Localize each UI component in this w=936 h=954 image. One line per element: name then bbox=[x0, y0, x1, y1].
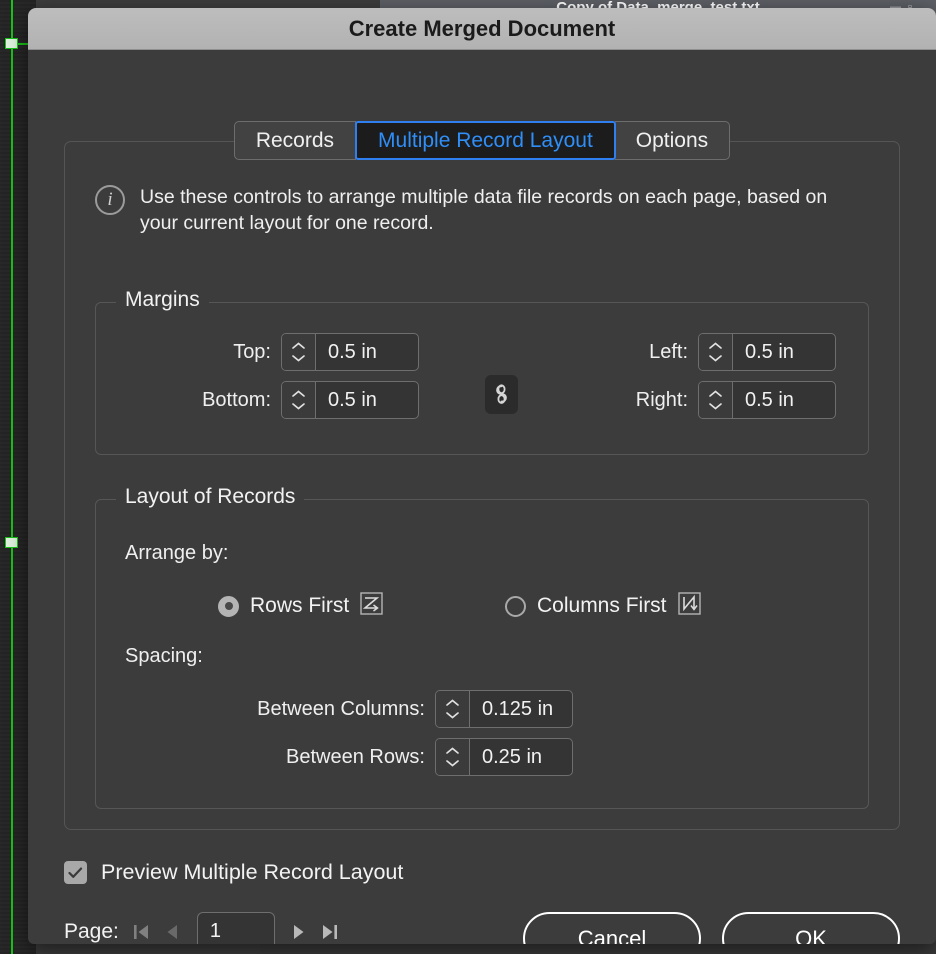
layout-of-records-group: Layout of Records Arrange by: Rows First bbox=[95, 485, 869, 809]
chevron-up-icon bbox=[292, 342, 305, 349]
create-merged-document-dialog: Create Merged Document Records Multiple … bbox=[28, 8, 936, 944]
margin-top-input[interactable]: 0.5 in bbox=[316, 334, 418, 370]
radio-columns-first[interactable]: Columns First bbox=[505, 592, 701, 620]
margin-bottom-input[interactable]: 0.5 in bbox=[316, 382, 418, 418]
tab-bar: Records Multiple Record Layout Options bbox=[28, 121, 936, 160]
cancel-button[interactable]: Cancel bbox=[523, 912, 701, 944]
margin-top-row: Top: 0.5 in bbox=[125, 333, 419, 371]
between-rows-label: Between Rows: bbox=[286, 745, 425, 768]
dialog-titlebar: Create Merged Document bbox=[28, 8, 936, 50]
margin-left-stepper[interactable]: 0.5 in bbox=[698, 333, 836, 371]
chain-link-icon[interactable] bbox=[485, 375, 518, 414]
radio-columns-first-label: Columns First bbox=[537, 594, 667, 617]
guide-handle-middle[interactable] bbox=[5, 537, 18, 548]
arrange-by-label: Arrange by: bbox=[125, 542, 229, 564]
preview-multiple-record-layout-checkbox[interactable]: Preview Multiple Record Layout bbox=[64, 860, 403, 885]
margin-top-stepper[interactable]: 0.5 in bbox=[281, 333, 419, 371]
chevron-down-icon bbox=[446, 712, 459, 719]
margin-bottom-arrows[interactable] bbox=[282, 382, 316, 418]
margin-bottom-label: Bottom: bbox=[202, 388, 271, 411]
chevron-down-icon bbox=[292, 355, 305, 362]
chevron-down-icon bbox=[709, 355, 722, 362]
between-rows-stepper[interactable]: 0.25 in bbox=[435, 738, 573, 776]
chevron-up-icon bbox=[709, 342, 722, 349]
margin-left-row: Left: 0.5 in bbox=[564, 333, 836, 371]
dialog-title: Create Merged Document bbox=[348, 15, 616, 41]
vertical-guide-line[interactable] bbox=[11, 0, 13, 954]
rows-first-icon bbox=[360, 592, 383, 620]
tab-records[interactable]: Records bbox=[233, 121, 357, 160]
guide-handle-top[interactable] bbox=[5, 38, 18, 49]
between-rows-input[interactable]: 0.25 in bbox=[470, 739, 572, 775]
next-page-icon[interactable] bbox=[288, 919, 310, 945]
chevron-up-icon bbox=[446, 699, 459, 706]
chevron-down-icon bbox=[709, 403, 722, 410]
between-columns-row: Between Columns: 0.125 in bbox=[125, 690, 573, 728]
margin-left-input[interactable]: 0.5 in bbox=[733, 334, 835, 370]
between-columns-input[interactable]: 0.125 in bbox=[470, 691, 572, 727]
columns-first-icon bbox=[677, 592, 701, 620]
margin-right-row: Right: 0.5 in bbox=[564, 381, 836, 419]
chevron-down-icon bbox=[446, 760, 459, 767]
between-rows-arrows[interactable] bbox=[436, 739, 470, 775]
ok-button[interactable]: OK bbox=[722, 912, 900, 944]
checkmark-icon bbox=[68, 867, 83, 878]
margin-top-arrows[interactable] bbox=[282, 334, 316, 370]
radio-columns-first-indicator[interactable] bbox=[505, 595, 526, 617]
page-number-input[interactable]: 1 bbox=[196, 912, 275, 944]
preview-checkbox-label: Preview Multiple Record Layout bbox=[101, 860, 404, 884]
preview-checkbox-box[interactable] bbox=[64, 861, 87, 884]
margins-legend: Margins bbox=[116, 288, 209, 312]
chain-link-glyph bbox=[496, 383, 507, 404]
last-page-icon[interactable] bbox=[319, 919, 341, 945]
tab-options[interactable]: Options bbox=[614, 121, 731, 160]
between-columns-stepper[interactable]: 0.125 in bbox=[435, 690, 573, 728]
between-columns-arrows[interactable] bbox=[436, 691, 470, 727]
tab-content-panel: i Use these controls to arrange multiple… bbox=[64, 141, 900, 830]
spacing-label: Spacing: bbox=[125, 645, 203, 667]
info-message-text: Use these controls to arrange multiple d… bbox=[140, 186, 828, 234]
margin-left-label: Left: bbox=[649, 340, 688, 363]
radio-rows-first-indicator[interactable] bbox=[218, 595, 239, 617]
margin-top-label: Top: bbox=[233, 340, 271, 363]
first-page-icon[interactable] bbox=[131, 919, 153, 945]
margins-group: Margins Top: 0.5 in Bottom: 0.5 in Left:… bbox=[95, 288, 869, 455]
layout-of-records-legend: Layout of Records bbox=[116, 485, 305, 509]
between-rows-row: Between Rows: 0.25 in bbox=[125, 738, 573, 776]
between-columns-label: Between Columns: bbox=[257, 697, 425, 720]
page-label: Page: bbox=[64, 919, 119, 943]
previous-page-icon[interactable] bbox=[162, 919, 184, 945]
chevron-up-icon bbox=[709, 390, 722, 397]
chevron-up-icon bbox=[446, 747, 459, 754]
margin-bottom-row: Bottom: 0.5 in bbox=[125, 381, 419, 419]
margin-left-arrows[interactable] bbox=[699, 334, 733, 370]
margin-right-label: Right: bbox=[635, 388, 688, 411]
margin-right-arrows[interactable] bbox=[699, 382, 733, 418]
chevron-down-icon bbox=[292, 403, 305, 410]
margin-right-input[interactable]: 0.5 in bbox=[733, 382, 835, 418]
radio-rows-first[interactable]: Rows First bbox=[218, 592, 383, 620]
info-icon: i bbox=[95, 185, 125, 215]
margin-right-stepper[interactable]: 0.5 in bbox=[698, 381, 836, 419]
page-navigation: Page: 1 bbox=[64, 912, 341, 944]
radio-rows-first-label: Rows First bbox=[250, 594, 350, 617]
dialog-action-buttons: Cancel OK bbox=[523, 912, 900, 944]
tab-multiple-record-layout[interactable]: Multiple Record Layout bbox=[355, 121, 616, 160]
margin-bottom-stepper[interactable]: 0.5 in bbox=[281, 381, 419, 419]
chevron-up-icon bbox=[292, 390, 305, 397]
